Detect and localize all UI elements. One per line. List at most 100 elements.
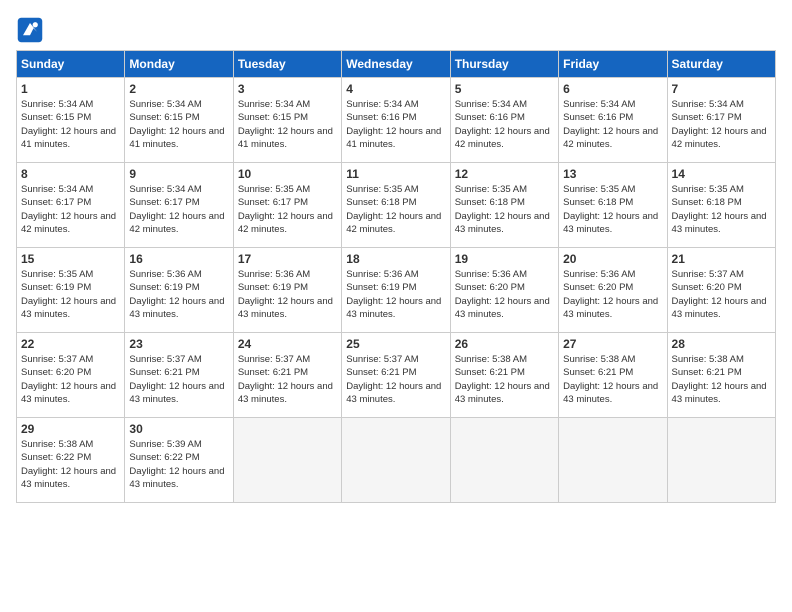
day-info: Sunrise: 5:34 AMSunset: 6:17 PMDaylight:… — [672, 98, 771, 151]
day-number: 8 — [21, 167, 120, 181]
day-number: 15 — [21, 252, 120, 266]
day-info: Sunrise: 5:38 AMSunset: 6:21 PMDaylight:… — [563, 353, 662, 406]
day-info: Sunrise: 5:36 AMSunset: 6:20 PMDaylight:… — [563, 268, 662, 321]
day-number: 2 — [129, 82, 228, 96]
day-number: 24 — [238, 337, 337, 351]
day-info: Sunrise: 5:34 AMSunset: 6:16 PMDaylight:… — [563, 98, 662, 151]
day-info: Sunrise: 5:38 AMSunset: 6:21 PMDaylight:… — [455, 353, 554, 406]
calendar-cell: 10 Sunrise: 5:35 AMSunset: 6:17 PMDayligh… — [233, 163, 341, 248]
calendar-cell: 22 Sunrise: 5:37 AMSunset: 6:20 PMDayligh… — [17, 333, 125, 418]
calendar-cell: 29 Sunrise: 5:38 AMSunset: 6:22 PMDayligh… — [17, 418, 125, 503]
day-info: Sunrise: 5:35 AMSunset: 6:18 PMDaylight:… — [672, 183, 771, 236]
calendar-cell: 12Sunrise: 5:35 AMSunset: 6:18 PMDayligh… — [450, 163, 558, 248]
day-number: 13 — [563, 167, 662, 181]
day-number: 5 — [455, 82, 554, 96]
day-number: 26 — [455, 337, 554, 351]
calendar-cell: 1 Sunrise: 5:34 AMSunset: 6:15 PMDaylight… — [17, 78, 125, 163]
day-info: Sunrise: 5:37 AMSunset: 6:20 PMDaylight:… — [21, 353, 120, 406]
day-info: Sunrise: 5:34 AMSunset: 6:17 PMDaylight:… — [129, 183, 228, 236]
day-info: Sunrise: 5:34 AMSunset: 6:15 PMDaylight:… — [238, 98, 337, 151]
weekday-header-saturday: Saturday — [667, 51, 775, 78]
day-info: Sunrise: 5:38 AMSunset: 6:22 PMDaylight:… — [21, 438, 120, 491]
logo — [16, 16, 48, 44]
logo-icon — [16, 16, 44, 44]
day-number: 28 — [672, 337, 771, 351]
calendar-cell: 16 Sunrise: 5:36 AMSunset: 6:19 PMDayligh… — [125, 248, 233, 333]
calendar-cell: 2 Sunrise: 5:34 AMSunset: 6:15 PMDaylight… — [125, 78, 233, 163]
calendar-cell — [450, 418, 558, 503]
calendar-cell: 23 Sunrise: 5:37 AMSunset: 6:21 PMDayligh… — [125, 333, 233, 418]
calendar-cell: 3Sunrise: 5:34 AMSunset: 6:15 PMDaylight… — [233, 78, 341, 163]
day-number: 30 — [129, 422, 228, 436]
day-info: Sunrise: 5:38 AMSunset: 6:21 PMDaylight:… — [672, 353, 771, 406]
calendar-cell: 27 Sunrise: 5:38 AMSunset: 6:21 PMDayligh… — [559, 333, 667, 418]
day-info: Sunrise: 5:35 AMSunset: 6:18 PMDaylight:… — [346, 183, 445, 236]
week-row-3: 15 Sunrise: 5:35 AMSunset: 6:19 PMDayligh… — [17, 248, 776, 333]
day-number: 25 — [346, 337, 445, 351]
day-info: Sunrise: 5:36 AMSunset: 6:19 PMDaylight:… — [346, 268, 445, 321]
day-info: Sunrise: 5:36 AMSunset: 6:19 PMDaylight:… — [238, 268, 337, 321]
day-number: 7 — [672, 82, 771, 96]
day-number: 6 — [563, 82, 662, 96]
day-number: 11 — [346, 167, 445, 181]
day-info: Sunrise: 5:35 AMSunset: 6:19 PMDaylight:… — [21, 268, 120, 321]
calendar-cell: 7 Sunrise: 5:34 AMSunset: 6:17 PMDaylight… — [667, 78, 775, 163]
day-number: 20 — [563, 252, 662, 266]
day-number: 9 — [129, 167, 228, 181]
calendar-cell: 20 Sunrise: 5:36 AMSunset: 6:20 PMDayligh… — [559, 248, 667, 333]
day-number: 16 — [129, 252, 228, 266]
week-row-2: 8 Sunrise: 5:34 AMSunset: 6:17 PMDaylight… — [17, 163, 776, 248]
calendar-cell: 28 Sunrise: 5:38 AMSunset: 6:21 PMDayligh… — [667, 333, 775, 418]
day-info: Sunrise: 5:34 AMSunset: 6:15 PMDaylight:… — [21, 98, 120, 151]
day-info: Sunrise: 5:35 AMSunset: 6:18 PMDaylight:… — [563, 183, 662, 236]
day-info: Sunrise: 5:36 AMSunset: 6:19 PMDaylight:… — [129, 268, 228, 321]
day-info: Sunrise: 5:37 AMSunset: 6:21 PMDaylight:… — [346, 353, 445, 406]
weekday-header-monday: Monday — [125, 51, 233, 78]
weekday-header-tuesday: Tuesday — [233, 51, 341, 78]
day-number: 10 — [238, 167, 337, 181]
calendar-cell: 6 Sunrise: 5:34 AMSunset: 6:16 PMDaylight… — [559, 78, 667, 163]
calendar-cell: 19Sunrise: 5:36 AMSunset: 6:20 PMDayligh… — [450, 248, 558, 333]
day-info: Sunrise: 5:36 AMSunset: 6:20 PMDaylight:… — [455, 268, 554, 321]
calendar-cell: 30 Sunrise: 5:39 AMSunset: 6:22 PMDayligh… — [125, 418, 233, 503]
day-number: 18 — [346, 252, 445, 266]
day-number: 29 — [21, 422, 120, 436]
day-number: 17 — [238, 252, 337, 266]
day-info: Sunrise: 5:35 AMSunset: 6:17 PMDaylight:… — [238, 183, 337, 236]
calendar-cell: 21Sunrise: 5:37 AMSunset: 6:20 PMDayligh… — [667, 248, 775, 333]
week-row-1: 1 Sunrise: 5:34 AMSunset: 6:15 PMDaylight… — [17, 78, 776, 163]
calendar-cell: 8Sunrise: 5:34 AMSunset: 6:17 PMDaylight… — [17, 163, 125, 248]
day-number: 27 — [563, 337, 662, 351]
page-header — [16, 16, 776, 44]
day-number: 4 — [346, 82, 445, 96]
weekday-header-friday: Friday — [559, 51, 667, 78]
day-number: 14 — [672, 167, 771, 181]
day-number: 23 — [129, 337, 228, 351]
calendar-cell: 5Sunrise: 5:34 AMSunset: 6:16 PMDaylight… — [450, 78, 558, 163]
calendar-cell — [559, 418, 667, 503]
calendar-cell — [667, 418, 775, 503]
day-number: 22 — [21, 337, 120, 351]
calendar-cell: 25 Sunrise: 5:37 AMSunset: 6:21 PMDayligh… — [342, 333, 450, 418]
calendar-cell: 4 Sunrise: 5:34 AMSunset: 6:16 PMDaylight… — [342, 78, 450, 163]
calendar-cell: 17 Sunrise: 5:36 AMSunset: 6:19 PMDayligh… — [233, 248, 341, 333]
weekday-header-thursday: Thursday — [450, 51, 558, 78]
weekday-header-wednesday: Wednesday — [342, 51, 450, 78]
day-info: Sunrise: 5:37 AMSunset: 6:20 PMDaylight:… — [672, 268, 771, 321]
calendar-cell: 11 Sunrise: 5:35 AMSunset: 6:18 PMDayligh… — [342, 163, 450, 248]
day-info: Sunrise: 5:37 AMSunset: 6:21 PMDaylight:… — [238, 353, 337, 406]
day-info: Sunrise: 5:34 AMSunset: 6:15 PMDaylight:… — [129, 98, 228, 151]
day-info: Sunrise: 5:37 AMSunset: 6:21 PMDaylight:… — [129, 353, 228, 406]
calendar-cell: 18 Sunrise: 5:36 AMSunset: 6:19 PMDayligh… — [342, 248, 450, 333]
calendar-cell: 9 Sunrise: 5:34 AMSunset: 6:17 PMDaylight… — [125, 163, 233, 248]
day-info: Sunrise: 5:39 AMSunset: 6:22 PMDaylight:… — [129, 438, 228, 491]
day-info: Sunrise: 5:34 AMSunset: 6:16 PMDaylight:… — [346, 98, 445, 151]
day-number: 1 — [21, 82, 120, 96]
week-row-5: 29 Sunrise: 5:38 AMSunset: 6:22 PMDayligh… — [17, 418, 776, 503]
week-row-4: 22 Sunrise: 5:37 AMSunset: 6:20 PMDayligh… — [17, 333, 776, 418]
calendar-cell: 13 Sunrise: 5:35 AMSunset: 6:18 PMDayligh… — [559, 163, 667, 248]
day-number: 12 — [455, 167, 554, 181]
calendar-cell: 24 Sunrise: 5:37 AMSunset: 6:21 PMDayligh… — [233, 333, 341, 418]
weekday-header-row: SundayMondayTuesdayWednesdayThursdayFrid… — [17, 51, 776, 78]
calendar-cell — [233, 418, 341, 503]
